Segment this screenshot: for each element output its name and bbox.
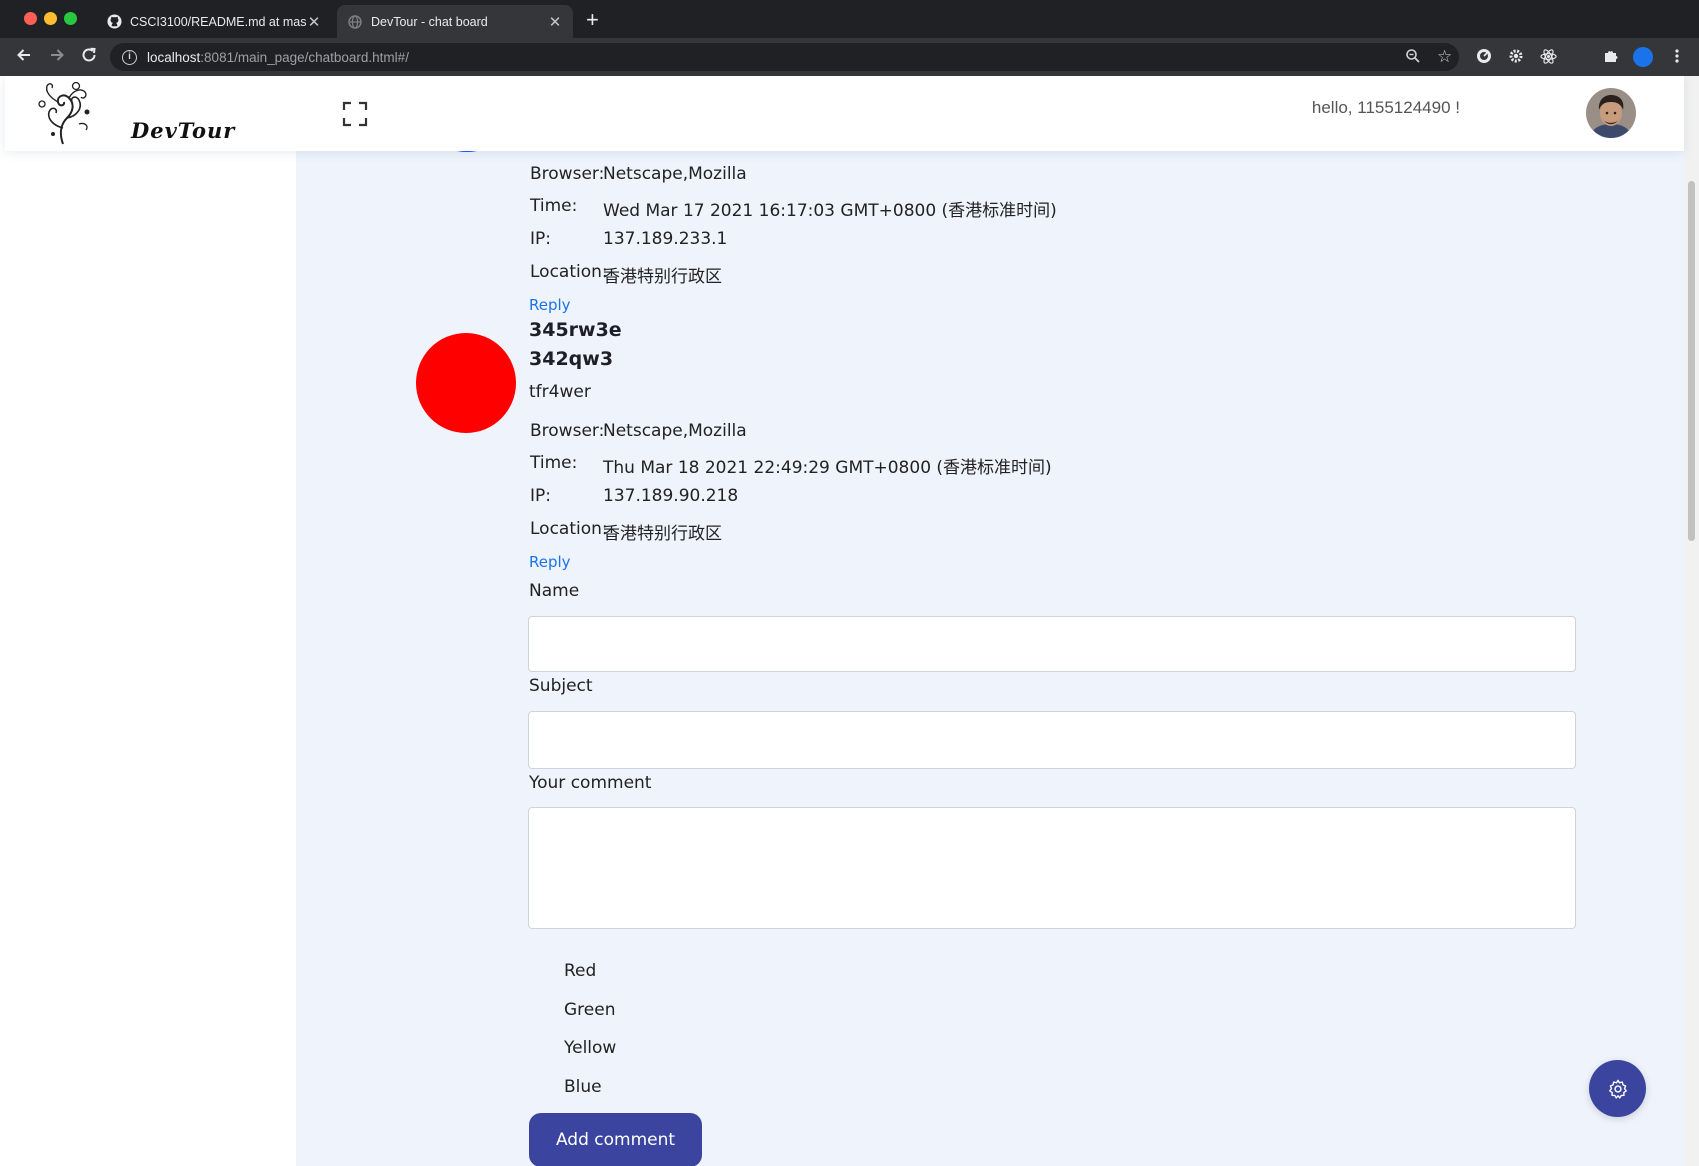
location-value: 香港特别行政区 — [603, 267, 722, 287]
extension-gauge-icon[interactable] — [1475, 48, 1493, 66]
add-comment-button[interactable]: Add comment — [529, 1113, 702, 1166]
close-tab-icon[interactable]: ✕ — [306, 13, 322, 31]
bookmark-star-icon[interactable]: ☆ — [1437, 47, 1452, 67]
maximize-window-button[interactable] — [64, 12, 77, 25]
ip-label: IP: — [530, 229, 551, 249]
close-window-button[interactable] — [24, 12, 37, 25]
name-label: Name — [529, 581, 580, 601]
fullscreen-icon[interactable] — [342, 101, 368, 127]
subject-label: Subject — [529, 676, 593, 696]
browser-toolbar: i localhost :8081/main_page/chatboard.ht… — [0, 38, 1699, 76]
time-value: Wed Mar 17 2021 16:17:03 GMT+0800 (香港标准时… — [603, 201, 1057, 221]
browser-tab-github[interactable]: CSCI3100/README.md at mas ✕ — [96, 5, 332, 38]
time-value: Thu Mar 18 2021 22:49:29 GMT+0800 (香港标准时… — [603, 458, 1052, 478]
color-option-yellow[interactable]: Yellow — [564, 1038, 616, 1058]
devtour-logo[interactable]: DevTour — [33, 78, 234, 148]
url-host: localhost — [147, 49, 201, 65]
sidebar — [0, 76, 296, 1166]
color-option-green[interactable]: Green — [564, 1000, 615, 1020]
react-devtools-icon[interactable] — [1539, 48, 1557, 66]
browser-value: Netscape,Mozilla — [603, 164, 747, 184]
minimize-window-button[interactable] — [44, 12, 57, 25]
zoom-icon[interactable] — [1405, 48, 1421, 68]
gear-icon — [1608, 1079, 1627, 1099]
user-avatar[interactable] — [1586, 88, 1636, 138]
reply-link[interactable]: Reply — [529, 296, 571, 314]
extensions-puzzle-icon[interactable] — [1602, 48, 1620, 66]
scrollbar-thumb[interactable] — [1688, 181, 1695, 541]
ip-label: IP: — [530, 486, 551, 506]
globe-icon — [347, 14, 363, 30]
comment-author: 345rw3e — [529, 319, 622, 341]
subject-input[interactable] — [528, 711, 1576, 769]
location-label: Location: — [530, 262, 608, 282]
app-header: DevTour hello, 1155124490 ! — [5, 76, 1684, 151]
new-tab-button[interactable]: + — [586, 9, 599, 31]
reload-icon[interactable] — [78, 46, 100, 68]
profile-avatar-icon[interactable] — [1633, 47, 1653, 67]
browser-label: Browser: — [530, 421, 605, 441]
github-icon — [106, 14, 122, 30]
browser-tab-bar: CSCI3100/README.md at mas ✕ DevTour - ch… — [0, 0, 1699, 38]
comment-subject: 342qw3 — [529, 348, 614, 370]
location-label: Location: — [530, 519, 608, 539]
menu-kebab-icon[interactable] — [1668, 48, 1686, 66]
time-label: Time: — [530, 196, 578, 216]
location-value: 香港特别行政区 — [603, 524, 722, 544]
tab-title: CSCI3100/README.md at mas — [130, 14, 306, 29]
comment-body: tfr4wer — [529, 382, 591, 402]
browser-tab-chatboard[interactable]: DevTour - chat board ✕ — [337, 5, 573, 38]
reply-link[interactable]: Reply — [529, 553, 571, 571]
close-tab-icon[interactable]: ✕ — [547, 13, 563, 31]
address-bar[interactable]: i localhost :8081/main_page/chatboard.ht… — [110, 43, 1459, 71]
settings-gear-button[interactable] — [1589, 1060, 1646, 1117]
comment-avatar — [416, 333, 516, 433]
forward-arrow-icon[interactable] — [46, 46, 68, 68]
color-option-blue[interactable]: Blue — [564, 1077, 602, 1097]
site-info-icon[interactable]: i — [122, 49, 137, 65]
url-path: :8081/main_page/chatboard.html#/ — [200, 49, 409, 65]
ornament-logo-icon — [38, 81, 90, 145]
browser-value: Netscape,Mozilla — [603, 421, 747, 441]
page-viewport: Browser: Netscape,Mozilla Time: Wed Mar … — [0, 76, 1699, 1166]
user-greeting: hello, 1155124490 ! — [1311, 98, 1460, 117]
ip-value: 137.189.233.1 — [603, 229, 728, 249]
tab-title: DevTour - chat board — [371, 14, 488, 29]
comment-label: Your comment — [529, 773, 652, 793]
comment-textarea[interactable] — [528, 807, 1576, 929]
name-input[interactable] — [528, 616, 1576, 672]
ip-value: 137.189.90.218 — [603, 486, 739, 506]
browser-label: Browser: — [530, 164, 605, 184]
logo-text: DevTour — [131, 118, 236, 143]
color-option-red[interactable]: Red — [564, 961, 596, 981]
time-label: Time: — [530, 453, 578, 473]
extension-cog-icon[interactable] — [1507, 48, 1525, 66]
back-arrow-icon[interactable] — [13, 46, 35, 68]
